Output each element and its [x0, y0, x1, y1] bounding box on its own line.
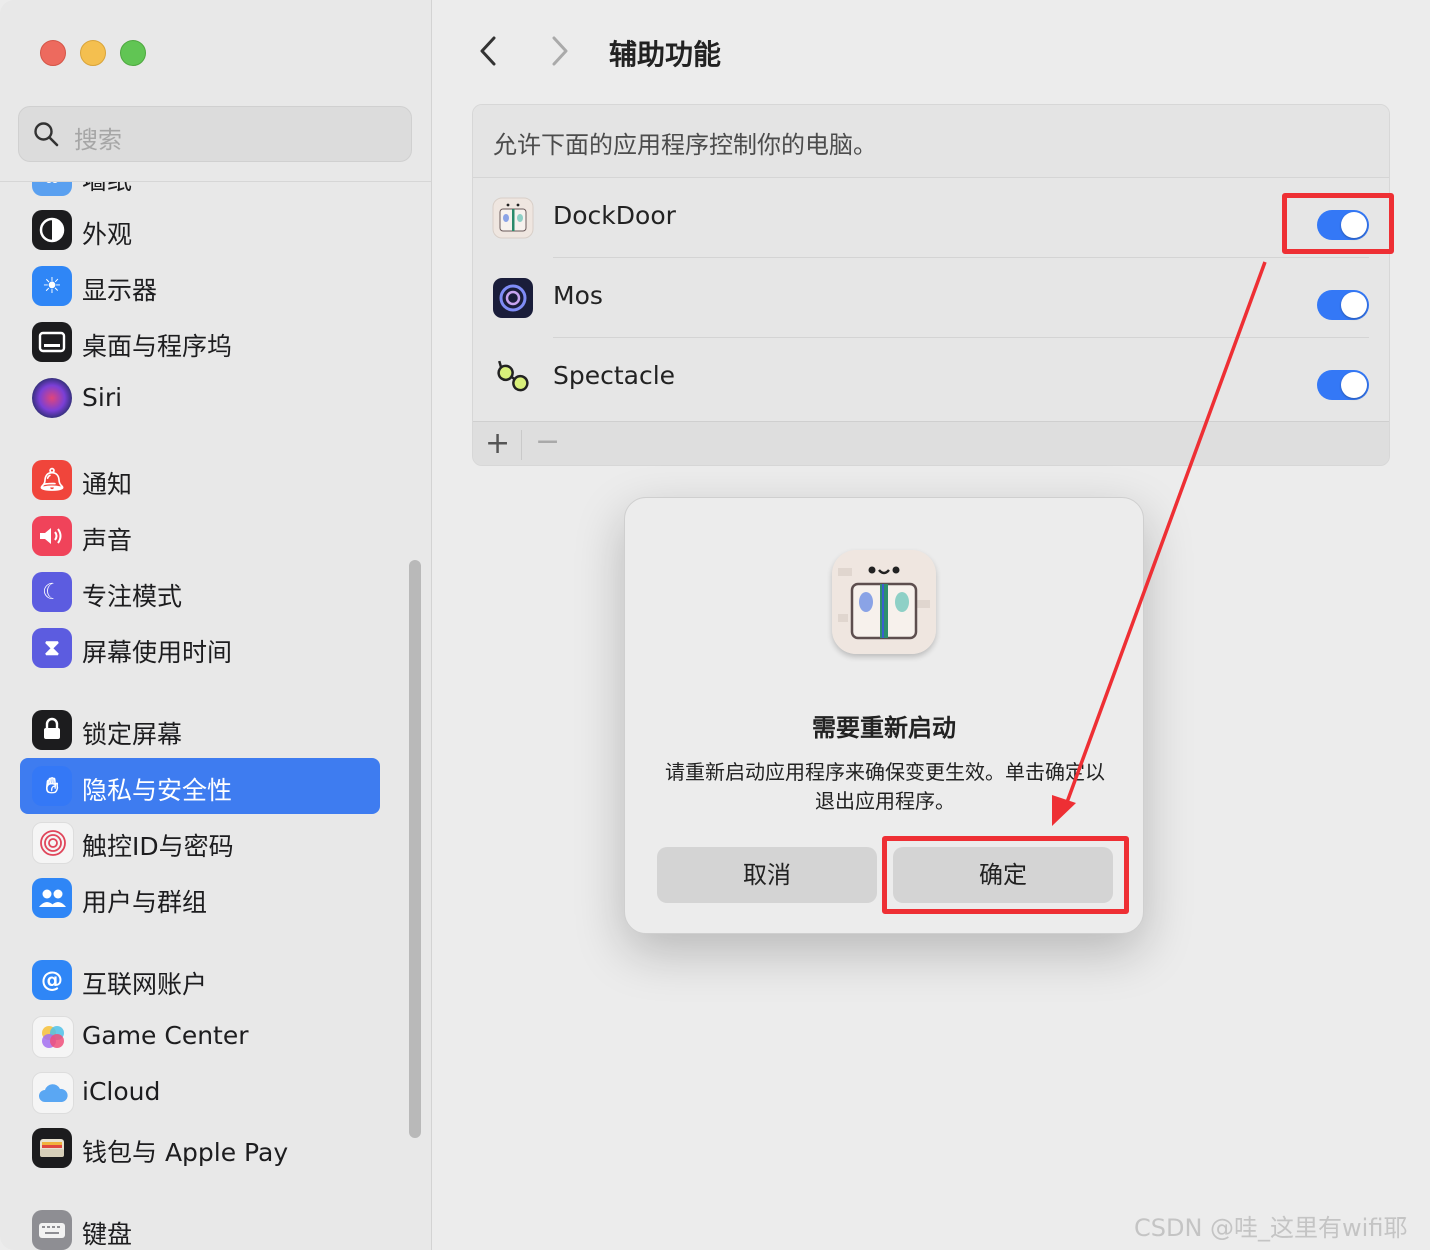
sidebar-item-appearance[interactable]: 外观 — [20, 202, 380, 258]
app-name: DockDoor — [553, 201, 676, 230]
sidebar-item-label: 桌面与程序坞 — [82, 332, 233, 361]
back-chevron-icon[interactable] — [474, 32, 504, 70]
sidebar-item-label: 屏幕使用时间 — [82, 638, 233, 667]
sidebar-item-icloud[interactable]: iCloud — [20, 1064, 380, 1120]
sidebar-item-focus[interactable]: ☾ 专注模式 — [20, 564, 380, 620]
sidebar-item-label: 声音 — [82, 526, 133, 555]
sidebar-list: ❀ 墙纸 外观 ☀ 显示器 桌面与程序坞 Siri — [0, 181, 431, 1250]
speaker-icon — [32, 516, 72, 556]
sidebar-item-label: 墙纸 — [82, 182, 132, 197]
sidebar-item-label: Game Center — [82, 1021, 249, 1050]
wallpaper-icon: ❀ — [32, 182, 72, 196]
search-input[interactable]: 搜索 — [18, 106, 412, 162]
siri-icon — [32, 378, 72, 418]
sidebar-item-label: 隐私与安全性 — [82, 776, 233, 805]
at-icon: @ — [32, 960, 72, 1000]
sidebar-item-notifications[interactable]: 🔔︎ 通知 — [20, 452, 380, 508]
panel-footer: + − — [473, 421, 1389, 465]
remove-app-button[interactable]: − — [535, 424, 560, 459]
spectacle-app-icon — [497, 360, 529, 392]
sidebar-item-siri[interactable]: Siri — [20, 370, 380, 426]
sidebar-item-privacy-security[interactable]: ✋︎ 隐私与安全性 — [20, 758, 380, 814]
app-row-dockdoor: DockDoor — [473, 178, 1389, 258]
sidebar-item-label: 键盘 — [82, 1220, 133, 1249]
mos-toggle[interactable] — [1317, 290, 1369, 320]
dockdoor-app-icon — [492, 197, 534, 239]
panel-description: 允许下面的应用程序控制你的电脑。 — [493, 131, 877, 159]
users-icon — [32, 878, 72, 918]
sidebar-item-touch-id[interactable]: 触控ID与密码 — [20, 814, 380, 870]
cancel-button[interactable]: 取消 — [657, 847, 877, 903]
notification-bell-icon: 🔔︎ — [32, 460, 72, 500]
sidebar-item-keyboard[interactable]: 键盘 — [20, 1202, 380, 1250]
sidebar: 搜索 ❀ 墙纸 外观 ☀ 显示器 桌面与程序坞 — [0, 0, 432, 1250]
hand-icon: ✋︎ — [32, 766, 72, 806]
close-window-button[interactable] — [40, 40, 66, 66]
app-row-spectacle: Spectacle — [473, 338, 1389, 418]
sidebar-item-label: 显示器 — [82, 276, 158, 305]
panel-header: 允许下面的应用程序控制你的电脑。 — [473, 105, 1389, 178]
display-icon: ☀ — [32, 266, 72, 306]
sidebar-item-label: 触控ID与密码 — [82, 832, 234, 861]
cloud-icon — [32, 1072, 74, 1114]
sidebar-item-users-groups[interactable]: 用户与群组 — [20, 870, 380, 926]
sidebar-item-label: 锁定屏幕 — [82, 720, 183, 749]
spectacle-toggle[interactable] — [1317, 370, 1369, 400]
dialog-message: 请重新启动应用程序来确保变更生效。单击确定以退出应用程序。 — [665, 760, 1105, 813]
sidebar-item-dock[interactable]: 桌面与程序坞 — [20, 314, 380, 370]
ok-highlight-box — [882, 836, 1129, 914]
keyboard-icon — [32, 1210, 72, 1250]
accessibility-apps-panel: 允许下面的应用程序控制你的电脑。 DockDoor Mos Spectacle … — [472, 104, 1390, 466]
lock-icon — [32, 710, 72, 750]
sidebar-item-label: Siri — [82, 383, 123, 412]
minimize-window-button[interactable] — [80, 40, 106, 66]
sidebar-item-screen-time[interactable]: ⧗ 屏幕使用时间 — [20, 620, 380, 676]
sidebar-item-label: 通知 — [82, 470, 133, 499]
sidebar-item-wallet[interactable]: 钱包与 Apple Pay — [20, 1120, 380, 1176]
sidebar-item-label: 互联网账户 — [82, 970, 208, 999]
toggle-highlight-box — [1282, 193, 1394, 254]
mos-app-icon — [493, 278, 533, 318]
sidebar-item-label: iCloud — [82, 1077, 161, 1106]
wallet-icon — [32, 1128, 72, 1168]
sidebar-item-wallpaper[interactable]: ❀ 墙纸 — [20, 182, 380, 204]
dialog-title: 需要重新启动 — [812, 714, 956, 742]
game-center-icon — [32, 1016, 74, 1058]
sidebar-item-lock-screen[interactable]: 锁定屏幕 — [20, 702, 380, 758]
sidebar-item-label: 钱包与 Apple Pay — [82, 1138, 289, 1167]
fingerprint-icon — [32, 822, 74, 864]
sidebar-item-display[interactable]: ☀ 显示器 — [20, 258, 380, 314]
sidebar-item-sound[interactable]: 声音 — [20, 508, 380, 564]
dock-icon — [32, 322, 72, 362]
search-icon — [34, 122, 59, 147]
sidebar-item-game-center[interactable]: Game Center — [20, 1008, 380, 1064]
zoom-window-button[interactable] — [120, 40, 146, 66]
watermark: CSDN @哇_这里有wifi耶 — [1134, 1214, 1408, 1242]
sidebar-scrollbar[interactable] — [409, 560, 421, 1138]
sidebar-item-label: 外观 — [82, 220, 133, 249]
add-app-button[interactable]: + — [485, 426, 510, 461]
page-title: 辅助功能 — [609, 38, 722, 71]
app-name: Mos — [553, 281, 603, 310]
settings-window: 搜索 ❀ 墙纸 外观 ☀ 显示器 桌面与程序坞 — [0, 0, 1430, 1250]
appearance-icon — [32, 210, 72, 250]
forward-chevron-icon[interactable] — [544, 32, 574, 70]
footer-divider — [521, 430, 522, 460]
toggle-knob — [1341, 372, 1367, 398]
app-name: Spectacle — [553, 361, 676, 390]
hourglass-icon: ⧗ — [32, 628, 72, 668]
search-placeholder: 搜索 — [74, 126, 122, 154]
sidebar-item-label: 专注模式 — [82, 582, 183, 611]
dockdoor-app-icon — [832, 550, 936, 654]
moon-icon: ☾ — [32, 572, 72, 612]
sidebar-item-label: 用户与群组 — [82, 888, 208, 917]
toggle-knob — [1341, 292, 1367, 318]
sidebar-item-internet-accounts[interactable]: @ 互联网账户 — [20, 952, 380, 1008]
app-row-mos: Mos — [473, 258, 1389, 338]
